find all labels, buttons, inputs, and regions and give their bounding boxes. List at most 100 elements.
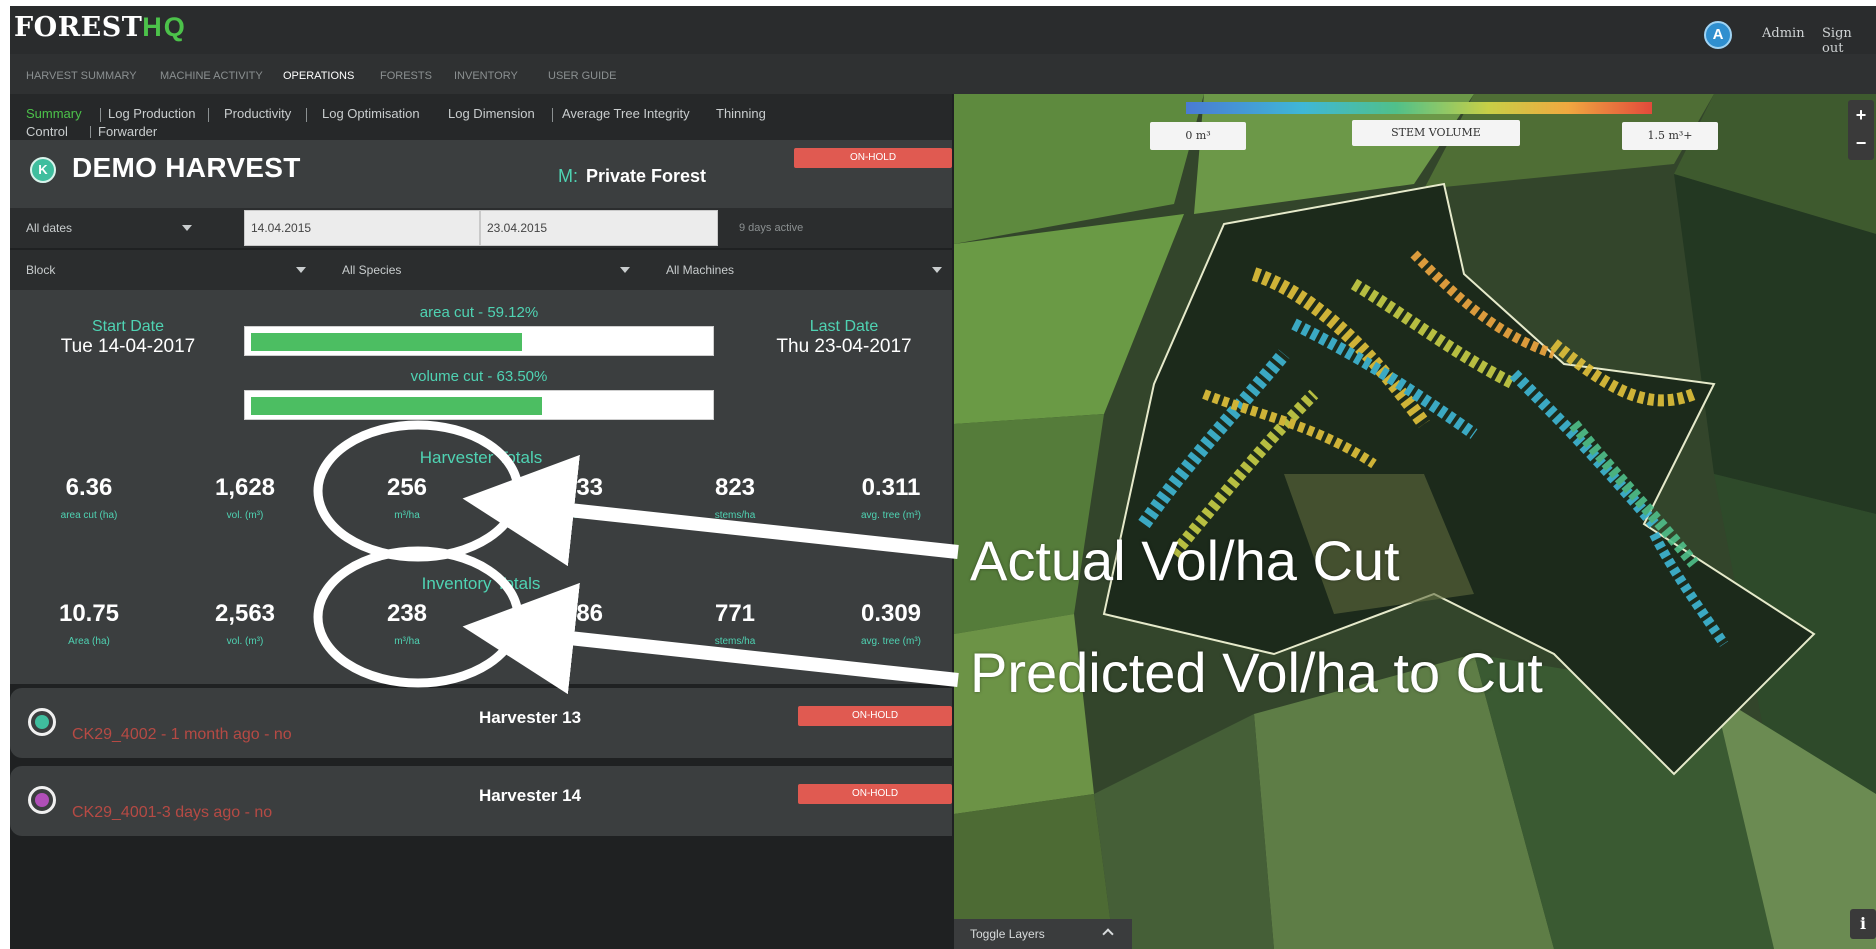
- stat-inventory-volume: 2,563 vol. (m³): [170, 600, 320, 647]
- chevron-down-icon: [932, 267, 942, 273]
- machine-status-badge: ON-HOLD: [798, 784, 952, 804]
- harvester-icon: [28, 786, 56, 814]
- inventory-totals-title: Inventory Totals: [421, 574, 541, 593]
- tab-log-optimisation[interactable]: Log Optimisation: [322, 106, 420, 121]
- nav-user-guide[interactable]: USER GUIDE: [548, 70, 616, 82]
- area-cut-bar-fill: [251, 333, 522, 351]
- machine-card-harvester-14[interactable]: Harvester 14 CK29_4001-3 days ago - no O…: [10, 766, 952, 836]
- stat-harvester-vol-per-ha: 256 m³/ha: [332, 474, 482, 521]
- species-select-label: All Species: [342, 263, 402, 277]
- forest-hq-logo[interactable]: FORESTHQ: [14, 12, 187, 43]
- tab-separator: [100, 108, 101, 122]
- tab-separator: [306, 108, 307, 122]
- area-cut-bar: [244, 326, 714, 356]
- stat-value: 0.311: [861, 474, 921, 501]
- legend-min-value: 0 m³: [1150, 122, 1246, 150]
- info-button[interactable]: i: [1850, 909, 1876, 939]
- stat-label: m³/ha: [394, 636, 420, 647]
- user-avatar[interactable]: A: [1704, 21, 1732, 49]
- chevron-down-icon: [296, 267, 306, 273]
- tab-average-tree-integrity[interactable]: Average Tree Integrity: [562, 106, 690, 121]
- harvester-icon-core: [35, 793, 49, 807]
- end-date-input[interactable]: 23.04.2015: [480, 210, 718, 246]
- map-imagery: [954, 94, 1876, 949]
- chevron-down-icon: [620, 267, 630, 273]
- site-title: DEMO HARVEST: [72, 152, 301, 183]
- operations-subtabs: Summary Log Production Productivity Log …: [10, 94, 952, 140]
- app-window: FORESTHQ A Admin Sign out HARVEST SUMMAR…: [10, 6, 1876, 949]
- nav-operations[interactable]: OPERATIONS: [283, 70, 354, 82]
- last-date-block: Last Date Thu 23-04-2017: [754, 318, 934, 358]
- volume-cut-bar: [244, 390, 714, 420]
- stat-inventory-area: 10.75 Area (ha): [14, 600, 164, 647]
- tab-control[interactable]: Control: [26, 124, 68, 139]
- stat-label: stems: [559, 636, 587, 647]
- volume-cut-bar-fill: [251, 397, 542, 415]
- tab-separator: [552, 108, 553, 122]
- stat-inventory-stems-per-ha: 771 stems/ha: [660, 600, 810, 647]
- block-select[interactable]: Block: [10, 250, 310, 290]
- sign-out-link[interactable]: Sign out: [1822, 26, 1876, 56]
- machine-status-badge: ON-HOLD: [798, 706, 952, 726]
- tab-thinning[interactable]: Thinning: [716, 106, 766, 121]
- nav-forests[interactable]: FORESTS: [380, 70, 432, 82]
- stat-label: m³/ha: [394, 510, 420, 521]
- stat-inventory-avg-tree: 0.309 avg. tree (m³): [816, 600, 966, 647]
- annotation-predicted-text: Predicted Vol/ha to Cut: [970, 641, 1543, 704]
- stat-value: 0.309: [860, 600, 922, 627]
- logo-accent-text: HQ: [142, 12, 187, 42]
- tab-log-production[interactable]: Log Production: [108, 106, 195, 121]
- stem-volume-legend-bar: [1186, 102, 1652, 114]
- operations-panel: Summary Log Production Productivity Log …: [10, 94, 952, 949]
- species-select[interactable]: All Species: [330, 250, 636, 290]
- stat-label: vol. (m³): [226, 636, 264, 647]
- machine-card-harvester-13[interactable]: Harvester 13 CK29_4002 - 1 month ago - n…: [10, 688, 952, 758]
- date-filter-row: All dates 14.04.2015 23.04.2015 9 days a…: [10, 208, 952, 248]
- tab-summary[interactable]: Summary: [26, 106, 82, 121]
- tab-log-dimension[interactable]: Log Dimension: [448, 106, 535, 121]
- machines-select[interactable]: All Machines: [656, 250, 952, 290]
- toggle-layers-button[interactable]: Toggle Layers: [954, 919, 1132, 949]
- site-status-badge: ON-HOLD: [794, 148, 952, 168]
- stat-value: 238: [386, 600, 428, 627]
- date-range-label: All dates: [26, 221, 73, 235]
- start-date-value: Tue 14-04-2017: [60, 336, 196, 357]
- machine-status: CK29_4002 - 1 month ago - no: [72, 726, 292, 743]
- site-type-prefix: M:: [558, 166, 578, 186]
- start-date-input[interactable]: 14.04.2015: [244, 210, 480, 246]
- days-active-text: 9 days active: [739, 222, 804, 234]
- stat-label: stems/ha: [714, 636, 756, 647]
- nav-inventory[interactable]: INVENTORY: [454, 70, 518, 82]
- annotation-actual-text: Actual Vol/ha Cut: [970, 529, 1400, 592]
- toggle-layers-label: Toggle Layers: [970, 927, 1045, 941]
- stat-value: 8,286: [542, 600, 604, 627]
- stat-harvester-area-cut: 6.36 area cut (ha): [14, 474, 164, 521]
- start-date-block: Start Date Tue 14-04-2017: [38, 318, 218, 358]
- area-cut-label: area cut - 59.12%: [419, 304, 539, 321]
- date-range-select[interactable]: All dates: [10, 208, 244, 248]
- machine-title: Harvester 13: [478, 708, 582, 727]
- stat-label: area cut (ha): [60, 510, 118, 521]
- site-type: Private Forest: [586, 166, 707, 186]
- zoom-in-button[interactable]: +: [1848, 102, 1874, 130]
- zoom-out-button[interactable]: −: [1848, 130, 1874, 158]
- logo-main-text: FOREST: [14, 12, 143, 43]
- nav-machine-activity[interactable]: MACHINE ACTIVITY: [160, 70, 263, 82]
- volume-cut-label: volume cut - 63.50%: [410, 368, 548, 385]
- stat-label: stems/ha: [714, 510, 756, 521]
- stat-inventory-stems: 8,286 stems: [498, 600, 648, 647]
- harvester-icon: [28, 708, 56, 736]
- tab-productivity[interactable]: Productivity: [224, 106, 291, 121]
- legend-max-value: 1.5 m³+: [1622, 122, 1718, 150]
- stat-label: Area (ha): [68, 636, 110, 647]
- nav-harvest-summary[interactable]: HARVEST SUMMARY: [26, 70, 137, 82]
- start-date-label: Start Date: [91, 318, 165, 335]
- stat-value: 5,233: [542, 474, 604, 501]
- tab-forwarder[interactable]: Forwarder: [98, 124, 157, 139]
- stat-label: avg. tree (m³): [860, 636, 921, 647]
- site-status-icon: K: [30, 157, 56, 183]
- stat-value: 1,628: [214, 474, 276, 501]
- last-date-label: Last Date: [809, 318, 879, 335]
- admin-link[interactable]: Admin: [1762, 26, 1805, 41]
- satellite-map[interactable]: 0 m³ STEM VOLUME 1.5 m³+ + − Toggle Laye…: [954, 94, 1876, 949]
